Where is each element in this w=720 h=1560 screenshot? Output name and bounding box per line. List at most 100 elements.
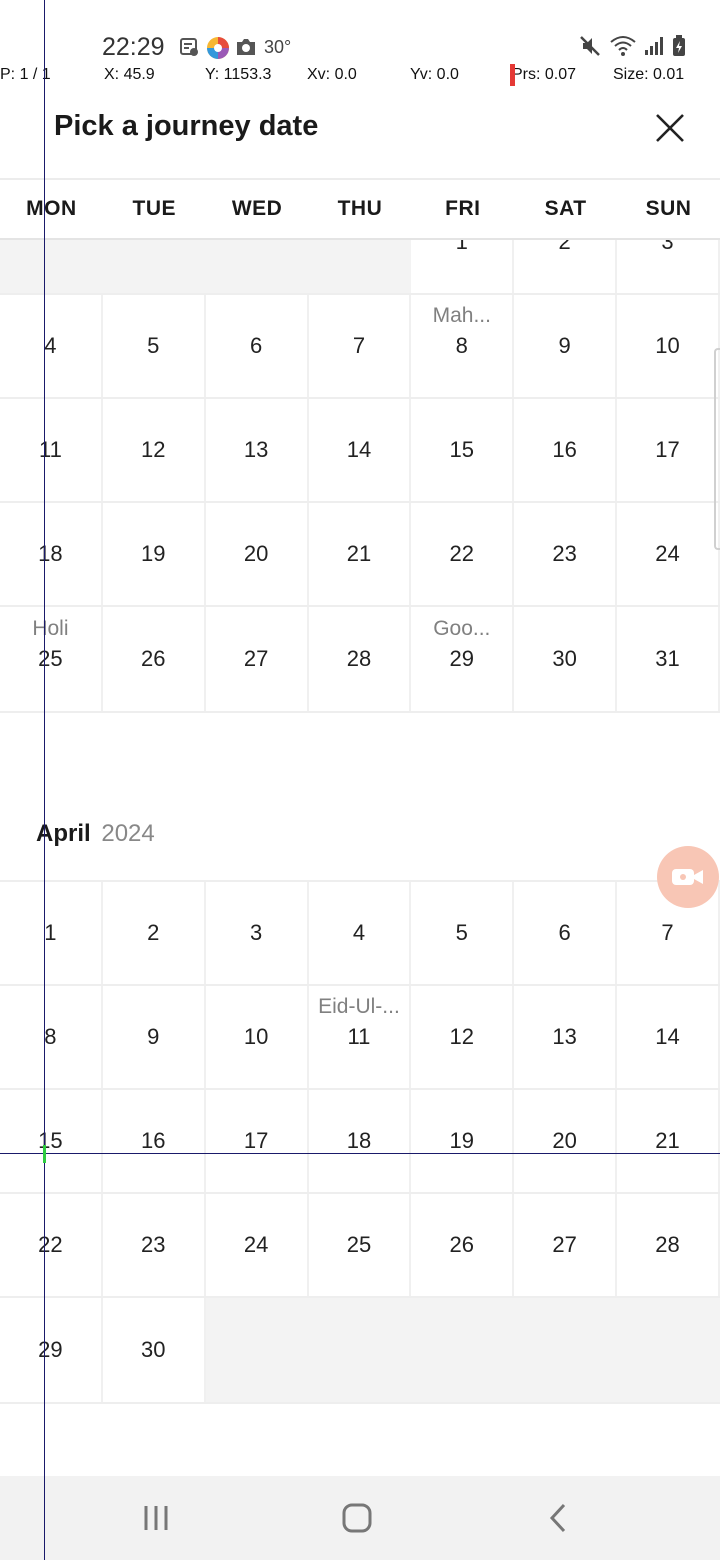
day-cell[interactable]: 24 (205, 1194, 309, 1296)
day-cell[interactable]: 20 (514, 1090, 618, 1192)
day-number: 11 (347, 1024, 371, 1049)
day-cell[interactable]: 21 (308, 503, 412, 605)
day-cell[interactable]: 12 (411, 986, 515, 1088)
debug-size: Size: 0.01 (613, 66, 685, 83)
day-cell[interactable]: 8 (0, 986, 103, 1088)
day-cell[interactable]: 22 (0, 1194, 103, 1296)
day-number: 30 (552, 646, 577, 671)
day-cell[interactable]: 11 (0, 399, 103, 501)
recents-button[interactable] (126, 1496, 186, 1540)
day-number: 26 (141, 646, 166, 671)
day-cell[interactable]: 23 (102, 1194, 206, 1296)
day-cell[interactable]: 8 Mah... (411, 295, 515, 397)
day-cell[interactable]: 5 (102, 295, 206, 397)
day-cell[interactable]: 29 (0, 1298, 103, 1402)
day-cell[interactable]: 19 (411, 1090, 515, 1192)
day-cell[interactable]: 20 (205, 503, 309, 605)
camera-icon (234, 36, 256, 58)
day-cell[interactable]: 16 (102, 1090, 206, 1192)
march-calendar-grid: 1 2 3 4 5 6 7 8 Mah... 9 10 11 12 13 14 15 16 17 18 19 20 21 2… (0, 190, 720, 713)
day-number: 17 (243, 1128, 269, 1153)
day-number: 30 (141, 1337, 166, 1362)
day-number: 7 (352, 333, 366, 358)
day-cell[interactable]: 9 (514, 295, 618, 397)
day-cell[interactable]: 12 (102, 399, 206, 501)
week-row: 8 9 10 11 Eid-Ul-... 12 13 14 (0, 986, 720, 1090)
april-calendar-grid: 1 2 3 4 5 6 7 8 9 10 11 Eid-Ul-... 12 13 14 15 16 17 18 19 2… (0, 880, 720, 1404)
day-number: 5 (455, 920, 468, 945)
day-cell[interactable]: 10 (617, 295, 720, 397)
screen-record-button[interactable] (657, 846, 719, 908)
day-number: 8 (44, 1024, 57, 1049)
day-cell[interactable]: 23 (514, 503, 618, 605)
day-cell[interactable]: 15 (411, 399, 515, 501)
day-number: 14 (655, 1024, 680, 1049)
holiday-label: Mah... (432, 304, 491, 327)
day-cell[interactable]: 29 Goo... (411, 607, 515, 711)
day-cell[interactable]: 25 Holi (0, 607, 103, 711)
day-cell[interactable]: 14 (617, 986, 720, 1088)
home-button[interactable] (327, 1496, 387, 1540)
back-button[interactable] (528, 1496, 588, 1540)
day-cell[interactable]: 26 (102, 607, 206, 711)
day-cell[interactable]: 5 (411, 882, 515, 984)
empty-day-cell (514, 1298, 618, 1402)
date-picker-header: Pick a journey date (0, 96, 720, 178)
day-cell[interactable]: 16 (514, 399, 618, 501)
day-cell[interactable]: 17 (617, 399, 720, 501)
week-row: 1 2 3 4 5 6 7 (0, 882, 720, 986)
day-cell[interactable]: 25 (308, 1194, 412, 1296)
mute-icon (578, 34, 602, 63)
holiday-label: Goo... (433, 617, 491, 640)
day-cell[interactable]: 30 (102, 1298, 206, 1402)
day-cell[interactable]: 28 (617, 1194, 720, 1296)
day-cell[interactable]: 27 (514, 1194, 618, 1296)
day-number: 25 (38, 646, 63, 671)
day-cell[interactable]: 28 (308, 607, 412, 711)
day-cell[interactable]: 19 (102, 503, 206, 605)
day-cell[interactable]: 7 (308, 295, 412, 397)
day-cell[interactable]: 27 (205, 607, 309, 711)
day-cell[interactable]: 1 (0, 882, 103, 984)
pointer-crosshair-vertical (44, 0, 45, 1560)
day-number: 29 (449, 646, 475, 671)
close-button[interactable] (646, 106, 694, 154)
day-cell[interactable]: 26 (411, 1194, 515, 1296)
day-cell[interactable]: 15 (0, 1090, 103, 1192)
day-cell[interactable]: 14 (308, 399, 412, 501)
pointer-debug-bar: P: 1 / 1 X: 45.9 Y: 1153.3 Xv: 0.0 Yv: 0… (0, 64, 720, 88)
day-cell[interactable]: 3 (205, 882, 309, 984)
weekday-label: WED (231, 197, 283, 220)
day-cell[interactable]: 9 (102, 986, 206, 1088)
day-cell[interactable]: 4 (308, 882, 412, 984)
day-cell[interactable]: 21 (617, 1090, 720, 1192)
day-cell[interactable]: 11 Eid-Ul-... (308, 986, 412, 1088)
day-cell[interactable]: 22 (411, 503, 515, 605)
scrollbar-handle[interactable] (714, 348, 720, 550)
day-number: 22 (38, 1232, 63, 1257)
day-number: 9 (558, 333, 571, 358)
day-cell[interactable]: 4 (0, 295, 103, 397)
day-cell[interactable]: 10 (205, 986, 309, 1088)
day-cell[interactable]: 6 (205, 295, 309, 397)
day-cell[interactable]: 18 (0, 503, 103, 605)
day-cell[interactable]: 18 (308, 1090, 412, 1192)
status-left-icons: 30° (178, 36, 292, 59)
day-number: 13 (243, 437, 269, 462)
week-row: 15 16 17 18 19 20 21 (0, 1090, 720, 1194)
status-temperature: 30° (264, 36, 292, 57)
day-number: 16 (141, 1128, 166, 1153)
week-row: 18 19 20 21 22 23 24 (0, 503, 720, 607)
day-cell[interactable]: 2 (102, 882, 206, 984)
day-cell[interactable]: 13 (514, 986, 618, 1088)
day-number: 10 (655, 333, 680, 358)
day-cell[interactable]: 30 (514, 607, 618, 711)
day-cell[interactable]: 6 (514, 882, 618, 984)
day-number: 20 (552, 1128, 577, 1153)
home-icon (342, 1503, 372, 1533)
day-cell[interactable]: 13 (205, 399, 309, 501)
day-number: 18 (346, 1128, 372, 1153)
day-cell[interactable]: 24 (617, 503, 720, 605)
day-cell[interactable]: 31 (617, 607, 720, 711)
day-cell[interactable]: 17 (205, 1090, 309, 1192)
